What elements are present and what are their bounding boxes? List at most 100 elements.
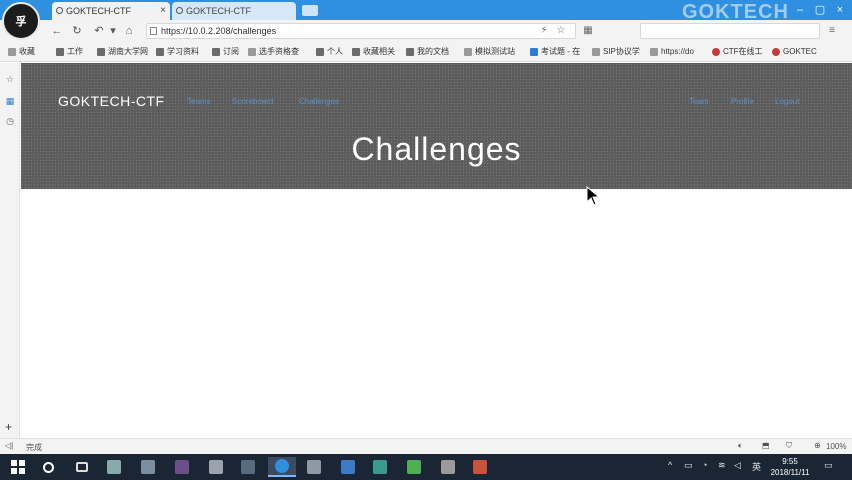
bookmark-label: 订阅	[223, 47, 239, 56]
bookmark-folder[interactable]: 学习资料	[156, 46, 199, 58]
volume-icon[interactable]: ◁	[734, 460, 741, 471]
bookmark-label: 选手资格查	[259, 47, 299, 56]
reader-icon[interactable]: ▦	[582, 24, 594, 38]
bookmark-folder[interactable]: 个人	[316, 46, 343, 58]
bookmark-label: 考试题 - 在	[541, 47, 581, 56]
bookmark-label: GOKTEC	[783, 47, 817, 56]
history-icon[interactable]: ◷	[4, 115, 16, 127]
url-input[interactable]: https://10.0.2.208/challenges	[146, 23, 576, 39]
browser-glyph	[275, 459, 289, 473]
windows-logo-icon	[11, 460, 25, 474]
start-icon[interactable]	[8, 457, 28, 477]
status-text: 完成	[26, 443, 42, 452]
app-icon[interactable]	[338, 457, 358, 477]
app-glyph	[373, 460, 387, 474]
tab-close-icon[interactable]: ×	[160, 5, 166, 16]
app-icon[interactable]	[470, 457, 490, 477]
app-glyph	[241, 460, 255, 474]
bookmark-folder[interactable]: 收藏相关	[352, 46, 395, 58]
star-icon	[8, 48, 16, 56]
lock-icon	[150, 27, 157, 35]
new-tab-button[interactable]	[302, 5, 318, 16]
nav-profile[interactable]: Profile	[731, 97, 754, 106]
app-glyph	[175, 460, 189, 474]
task-view-icon[interactable]	[72, 457, 92, 477]
wifi-icon[interactable]: ≋	[718, 460, 726, 471]
nav-scoreboard[interactable]: Scoreboard	[232, 97, 273, 106]
tray-arrow-icon[interactable]: ^	[668, 460, 672, 470]
app-icon[interactable]	[304, 457, 324, 477]
app-icon[interactable]	[172, 457, 192, 477]
app-icon[interactable]	[438, 457, 458, 477]
tab-favicon-icon	[176, 7, 183, 14]
maximize-icon[interactable]: ▢	[812, 2, 828, 18]
bookmark-item[interactable]: https://do	[650, 46, 694, 58]
favorites-icon[interactable]: ☆	[4, 73, 16, 85]
bookmark-item[interactable]: CTF在线工	[712, 46, 763, 58]
page-icon	[530, 48, 538, 56]
folder-icon	[156, 48, 164, 56]
bookmark-label: CTF在线工	[723, 47, 763, 56]
bookmark-item[interactable]: 模拟测试站	[464, 46, 515, 58]
menu-icon[interactable]: ≡	[826, 24, 838, 38]
refresh-icon[interactable]: ↻	[70, 24, 84, 38]
lightning-icon[interactable]: ⚡	[538, 24, 550, 38]
app-glyph	[209, 460, 223, 474]
bookmark-folder[interactable]: 湖南大学网	[97, 46, 148, 58]
app-icon[interactable]	[206, 457, 226, 477]
bookmark-label: 学习资料	[167, 47, 199, 56]
nav-teams[interactable]: Teams	[187, 97, 211, 106]
battery-icon[interactable]: ▭	[684, 460, 693, 471]
search-input[interactable]	[640, 23, 820, 39]
bookmark-folder[interactable]: 订阅	[212, 46, 239, 58]
clock[interactable]: 9:55 2018/11/11	[764, 456, 816, 478]
bookmark-item[interactable]: 考试题 - 在	[530, 46, 580, 58]
page-icon	[248, 48, 256, 56]
search-icon[interactable]	[38, 457, 58, 477]
sound-icon[interactable]: 🔈︎	[738, 441, 743, 451]
bookmark-item[interactable]: 选手资格查	[248, 46, 299, 58]
bookmark-star-icon[interactable]: ☆	[555, 24, 567, 38]
app-icon[interactable]	[238, 457, 258, 477]
add-panel-icon[interactable]: +	[5, 420, 12, 434]
ime-indicator[interactable]: 英	[752, 460, 761, 473]
nav-team[interactable]: Team	[689, 97, 709, 106]
shield-icon[interactable]: ⛉	[786, 441, 792, 451]
back-icon[interactable]: ←	[50, 24, 64, 38]
close-window-icon[interactable]: ×	[832, 2, 848, 18]
folder-icon	[352, 48, 360, 56]
app-icon[interactable]	[138, 457, 158, 477]
notification-icon[interactable]: ▭	[824, 460, 833, 471]
nav-logout[interactable]: Logout	[775, 97, 799, 106]
minimize-icon[interactable]: –	[792, 2, 808, 18]
zoom-icon[interactable]: ⊕	[814, 441, 821, 450]
zoom-level[interactable]: 100%	[826, 442, 846, 451]
user-avatar[interactable]: 孚	[2, 2, 40, 40]
tab-inactive[interactable]: GOKTECH-CTF	[172, 2, 296, 20]
app-icon[interactable]	[104, 457, 124, 477]
app-icon[interactable]	[404, 457, 424, 477]
apps-icon[interactable]: ▦	[4, 95, 16, 107]
network-icon[interactable]: ◔	[702, 460, 707, 470]
tab-active[interactable]: GOKTECH-CTF ×	[52, 2, 170, 20]
bookmark-folder[interactable]: 我的文档	[406, 46, 449, 58]
nav-challenges[interactable]: Challenges	[299, 97, 339, 106]
clock-date: 2018/11/11	[770, 468, 810, 477]
bookmark-folder[interactable]: 工作	[56, 46, 83, 58]
app-icon[interactable]	[370, 457, 390, 477]
home-icon[interactable]: ⌂	[122, 24, 136, 38]
bookmark-item[interactable]: GOKTEC	[772, 46, 817, 58]
page-icon	[464, 48, 472, 56]
dropdown-icon[interactable]: ▾	[106, 24, 120, 38]
panel-toggle-icon[interactable]: ◁|	[5, 441, 13, 450]
undo-icon[interactable]: ↶	[92, 24, 106, 38]
bookmark-item[interactable]: 收藏	[8, 46, 35, 58]
bookmark-item[interactable]: SIP协议学	[592, 46, 640, 58]
site-brand[interactable]: GOKTECH-CTF	[58, 93, 165, 109]
browser-taskbar-icon[interactable]	[268, 457, 296, 477]
windows-taskbar: ^ ▭ ◔ ≋ ◁ 英 9:55 2018/11/11 ▭	[0, 454, 852, 480]
download-icon[interactable]: ⬒	[762, 441, 770, 450]
bookmarks-bar: 收藏 工作 湖南大学网 学习资料 订阅 选手资格查 个人 收藏相关 我的文档 模…	[0, 42, 852, 62]
folder-icon	[406, 48, 414, 56]
bookmark-label: 模拟测试站	[475, 47, 515, 56]
